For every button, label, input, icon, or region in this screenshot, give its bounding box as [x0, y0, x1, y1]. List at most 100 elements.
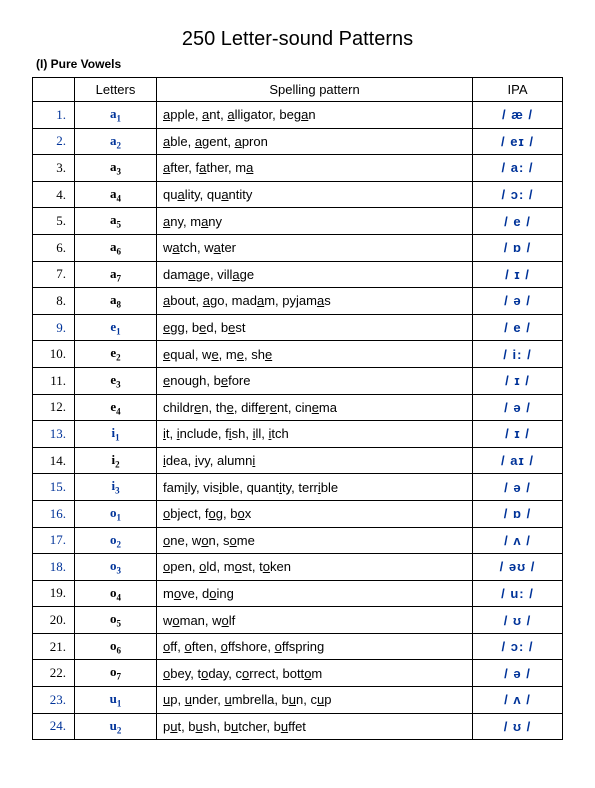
- table-row: 12.e4children, the, different, cinema/ ə…: [33, 394, 563, 421]
- table-row: 24.u2put, bush, butcher, buffet/ ʊ /: [33, 713, 563, 740]
- row-number: 6.: [33, 234, 75, 261]
- table-row: 7.a7damage, village/ ɪ /: [33, 261, 563, 288]
- pattern-cell: quality, quantity: [157, 181, 473, 208]
- ipa-cell: / ə /: [473, 288, 563, 315]
- letter-cell: a2: [75, 128, 157, 155]
- patterns-table: Letters Spelling pattern IPA 1.a1apple, …: [32, 77, 563, 740]
- table-header-row: Letters Spelling pattern IPA: [33, 78, 563, 102]
- pattern-cell: egg, bed, best: [157, 314, 473, 341]
- pattern-cell: about, ago, madam, pyjamas: [157, 288, 473, 315]
- pattern-cell: move, doing: [157, 580, 473, 607]
- letter-cell: i1: [75, 421, 157, 448]
- letter-cell: a5: [75, 208, 157, 235]
- pattern-cell: damage, village: [157, 261, 473, 288]
- ipa-cell: / ɪ /: [473, 261, 563, 288]
- col-header-pattern: Spelling pattern: [157, 78, 473, 102]
- letter-cell: a3: [75, 155, 157, 182]
- ipa-cell: / e /: [473, 314, 563, 341]
- pattern-cell: watch, water: [157, 234, 473, 261]
- letter-cell: e1: [75, 314, 157, 341]
- table-row: 16.o1object, fog, box/ ɒ /: [33, 500, 563, 527]
- ipa-cell: / ɔ: /: [473, 181, 563, 208]
- letter-cell: a8: [75, 288, 157, 315]
- pattern-cell: after, father, ma: [157, 155, 473, 182]
- row-number: 23.: [33, 687, 75, 714]
- row-number: 22.: [33, 660, 75, 687]
- pattern-cell: up, under, umbrella, bun, cup: [157, 687, 473, 714]
- letter-cell: o1: [75, 500, 157, 527]
- ipa-cell: / e /: [473, 208, 563, 235]
- col-header-ipa: IPA: [473, 78, 563, 102]
- table-row: 19.o4move, doing/ u: /: [33, 580, 563, 607]
- pattern-cell: open, old, most, token: [157, 554, 473, 581]
- col-header-num: [33, 78, 75, 102]
- table-row: 23.u1up, under, umbrella, bun, cup/ ʌ /: [33, 687, 563, 714]
- table-row: 10.e2equal, we, me, she/ i: /: [33, 341, 563, 368]
- ipa-cell: / i: /: [473, 341, 563, 368]
- letter-cell: i3: [75, 474, 157, 501]
- row-number: 2.: [33, 128, 75, 155]
- letter-cell: u2: [75, 713, 157, 740]
- row-number: 18.: [33, 554, 75, 581]
- row-number: 10.: [33, 341, 75, 368]
- row-number: 13.: [33, 421, 75, 448]
- table-row: 13.i1it, include, fish, ill, itch/ ɪ /: [33, 421, 563, 448]
- table-row: 21.o6off, often, offshore, offspring/ ɔ:…: [33, 633, 563, 660]
- letter-cell: i2: [75, 447, 157, 474]
- row-number: 12.: [33, 394, 75, 421]
- pattern-cell: woman, wolf: [157, 607, 473, 634]
- pattern-cell: object, fog, box: [157, 500, 473, 527]
- ipa-cell: / ʌ /: [473, 527, 563, 554]
- table-row: 14.i2idea, ivy, alumni/ aɪ /: [33, 447, 563, 474]
- letter-cell: a4: [75, 181, 157, 208]
- ipa-cell: / ə /: [473, 660, 563, 687]
- letter-cell: o3: [75, 554, 157, 581]
- letter-cell: e2: [75, 341, 157, 368]
- pattern-cell: able, agent, apron: [157, 128, 473, 155]
- ipa-cell: / ʊ /: [473, 607, 563, 634]
- ipa-cell: / ɒ /: [473, 234, 563, 261]
- row-number: 4.: [33, 181, 75, 208]
- row-number: 1.: [33, 102, 75, 129]
- row-number: 17.: [33, 527, 75, 554]
- ipa-cell: / ɪ /: [473, 421, 563, 448]
- row-number: 9.: [33, 314, 75, 341]
- table-row: 15.i3family, visible, quantity, terrible…: [33, 474, 563, 501]
- letter-cell: u1: [75, 687, 157, 714]
- row-number: 11.: [33, 367, 75, 394]
- row-number: 19.: [33, 580, 75, 607]
- row-number: 14.: [33, 447, 75, 474]
- ipa-cell: / ɔ: /: [473, 633, 563, 660]
- ipa-cell: / ɪ /: [473, 367, 563, 394]
- ipa-cell: / ə /: [473, 394, 563, 421]
- ipa-cell: / ə /: [473, 474, 563, 501]
- letter-cell: o5: [75, 607, 157, 634]
- ipa-cell: / æ /: [473, 102, 563, 129]
- pattern-cell: idea, ivy, alumni: [157, 447, 473, 474]
- col-header-letters: Letters: [75, 78, 157, 102]
- table-row: 18.o3open, old, most, token/ əʊ /: [33, 554, 563, 581]
- pattern-cell: obey, today, correct, bottom: [157, 660, 473, 687]
- row-number: 5.: [33, 208, 75, 235]
- pattern-cell: apple, ant, alligator, began: [157, 102, 473, 129]
- table-row: 2.a2able, agent, apron/ eɪ /: [33, 128, 563, 155]
- letter-cell: e4: [75, 394, 157, 421]
- letter-cell: a7: [75, 261, 157, 288]
- letter-cell: e3: [75, 367, 157, 394]
- pattern-cell: enough, before: [157, 367, 473, 394]
- letter-cell: o2: [75, 527, 157, 554]
- row-number: 7.: [33, 261, 75, 288]
- table-row: 3.a3after, father, ma/ a: /: [33, 155, 563, 182]
- pattern-cell: any, many: [157, 208, 473, 235]
- ipa-cell: / u: /: [473, 580, 563, 607]
- table-row: 11.e3enough, before/ ɪ /: [33, 367, 563, 394]
- letter-cell: o6: [75, 633, 157, 660]
- row-number: 20.: [33, 607, 75, 634]
- pattern-cell: off, often, offshore, offspring: [157, 633, 473, 660]
- table-row: 17.o2one, won, some/ ʌ /: [33, 527, 563, 554]
- table-row: 1.a1apple, ant, alligator, began/ æ /: [33, 102, 563, 129]
- table-row: 9.e1egg, bed, best/ e /: [33, 314, 563, 341]
- letter-cell: o7: [75, 660, 157, 687]
- row-number: 15.: [33, 474, 75, 501]
- ipa-cell: / ɒ /: [473, 500, 563, 527]
